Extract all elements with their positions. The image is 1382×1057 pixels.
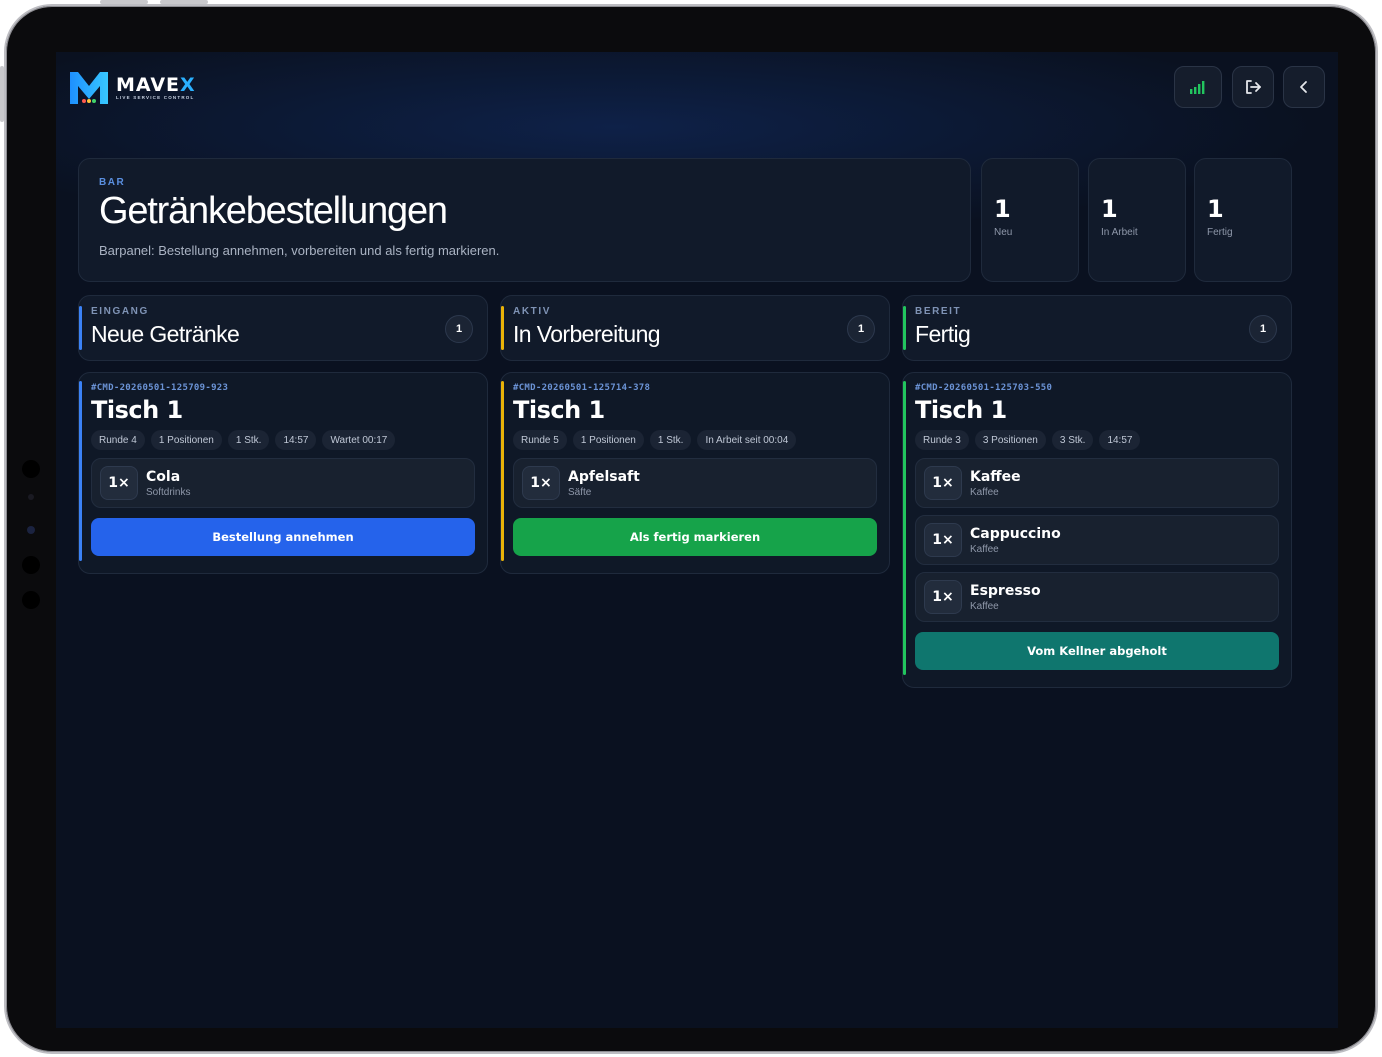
positions-chip: 3 Positionen: [974, 430, 1046, 450]
chevron-left-icon: [1300, 81, 1307, 93]
column-accent-bar: [903, 306, 906, 350]
order-item: 1× Cappuccino Kaffee: [915, 515, 1279, 565]
order-card: #CMD-20260501-125703-550 Tisch 1 Runde 3…: [902, 372, 1292, 688]
logout-icon: [1246, 80, 1261, 94]
item-quantity: 1×: [924, 580, 962, 614]
item-quantity: 1×: [100, 466, 138, 500]
logout-button[interactable]: [1232, 66, 1274, 108]
column-eyebrow: BEREIT: [915, 306, 962, 317]
item-name: Cappuccino: [970, 525, 1061, 542]
page-subtitle: Barpanel: Bestellung annehmen, vorbereit…: [99, 243, 500, 258]
card-accent-bar: [79, 381, 82, 561]
camera-dot: [22, 460, 40, 478]
item-name: Kaffee: [970, 468, 1021, 485]
section-eyebrow: BAR: [99, 177, 126, 188]
column-eyebrow: EINGANG: [91, 306, 149, 317]
stat-value: 1: [1207, 195, 1224, 223]
column-count-badge: 1: [847, 315, 875, 343]
stat-label: Fertig: [1207, 227, 1233, 238]
item-category: Softdrinks: [146, 486, 191, 498]
column-header-active: AKTIV In Vorbereitung 1: [500, 295, 890, 361]
quantity-chip: 1 Stk.: [227, 430, 270, 450]
in-progress-chip: In Arbeit seit 00:04: [697, 430, 797, 450]
signal-icon: [1190, 81, 1205, 94]
table-name: Tisch 1: [915, 396, 1007, 424]
brand-name-accent: X: [180, 73, 196, 96]
order-meta-chips: Runde 4 1 Positionen 1 Stk. 14:57 Wartet…: [91, 430, 475, 450]
brand-name: MAVE: [116, 73, 181, 96]
back-button[interactable]: [1283, 66, 1325, 108]
card-accent-bar: [501, 381, 504, 561]
waiting-chip: Wartet 00:17: [322, 430, 396, 450]
column-count-badge: 1: [445, 315, 473, 343]
table-name: Tisch 1: [91, 396, 183, 424]
stat-card-new: 1 Neu: [981, 158, 1079, 282]
logo-icon: [68, 68, 110, 106]
brand-tagline: LIVE SERVICE CONTROL: [116, 94, 195, 100]
camera-dot: [22, 556, 40, 574]
round-chip: Runde 4: [91, 430, 145, 450]
sensor-dot: [28, 494, 34, 500]
item-name: Apfelsaft: [568, 468, 640, 485]
order-item: 1× Apfelsaft Säfte: [513, 458, 877, 508]
order-id: #CMD-20260501-125714-378: [513, 383, 651, 393]
stat-card-in-progress: 1 In Arbeit: [1088, 158, 1186, 282]
item-quantity: 1×: [924, 466, 962, 500]
item-category: Kaffee: [970, 486, 999, 498]
stat-value: 1: [994, 195, 1011, 223]
column-header-incoming: EINGANG Neue Getränke 1: [78, 295, 488, 361]
page-title: Getränkebestellungen: [99, 190, 448, 232]
item-quantity: 1×: [924, 523, 962, 557]
positions-chip: 1 Positionen: [572, 430, 644, 450]
item-name: Cola: [146, 468, 181, 485]
item-category: Säfte: [568, 486, 592, 498]
time-chip: 14:57: [275, 430, 317, 450]
stat-value: 1: [1101, 195, 1118, 223]
column-accent-bar: [79, 306, 82, 350]
camera-lens: [27, 526, 35, 534]
column-count-badge: 1: [1249, 315, 1277, 343]
connection-status-button[interactable]: [1174, 66, 1222, 108]
item-category: Kaffee: [970, 600, 999, 612]
table-name: Tisch 1: [513, 396, 605, 424]
column-header-ready: BEREIT Fertig 1: [902, 295, 1292, 361]
quantity-chip: 3 Stk.: [1051, 430, 1094, 450]
order-item: 1× Kaffee Kaffee: [915, 458, 1279, 508]
order-meta-chips: Runde 5 1 Positionen 1 Stk. In Arbeit se…: [513, 430, 877, 450]
item-quantity: 1×: [522, 466, 560, 500]
positions-chip: 1 Positionen: [150, 430, 222, 450]
stat-label: Neu: [994, 227, 1013, 238]
round-chip: Runde 3: [915, 430, 969, 450]
item-name: Espresso: [970, 582, 1041, 599]
round-chip: Runde 5: [513, 430, 567, 450]
column-title: Neue Getränke: [91, 321, 240, 347]
tablet-frame: MAVEX LIVE SERVICE CONTROL BAR Getränkeb…: [4, 4, 1378, 1054]
column-eyebrow: AKTIV: [513, 306, 551, 317]
column-accent-bar: [501, 306, 504, 350]
order-id: #CMD-20260501-125703-550: [915, 383, 1053, 393]
stat-label: In Arbeit: [1101, 227, 1138, 238]
order-id: #CMD-20260501-125709-923: [91, 383, 229, 393]
quantity-chip: 1 Stk.: [649, 430, 692, 450]
time-chip: 14:57: [1099, 430, 1141, 450]
order-item: 1× Cola Softdrinks: [91, 458, 475, 508]
order-card: #CMD-20260501-125714-378 Tisch 1 Runde 5…: [500, 372, 890, 574]
order-meta-chips: Runde 3 3 Positionen 3 Stk. 14:57: [915, 430, 1279, 450]
picked-up-button[interactable]: Vom Kellner abgeholt: [915, 632, 1279, 670]
card-accent-bar: [903, 381, 906, 675]
order-card: #CMD-20260501-125709-923 Tisch 1 Runde 4…: [78, 372, 488, 574]
column-title: Fertig: [915, 321, 971, 347]
item-category: Kaffee: [970, 543, 999, 555]
app-screen: MAVEX LIVE SERVICE CONTROL BAR Getränkeb…: [56, 52, 1338, 1028]
stat-card-ready: 1 Fertig: [1194, 158, 1292, 282]
mark-ready-button[interactable]: Als fertig markieren: [513, 518, 877, 556]
column-title: In Vorbereitung: [513, 321, 661, 347]
brand-logo: MAVEX LIVE SERVICE CONTROL: [68, 68, 196, 106]
accept-order-button[interactable]: Bestellung annehmen: [91, 518, 475, 556]
page-header-panel: BAR Getränkebestellungen Barpanel: Beste…: [78, 158, 971, 282]
order-item: 1× Espresso Kaffee: [915, 572, 1279, 622]
camera-dot: [22, 591, 40, 609]
